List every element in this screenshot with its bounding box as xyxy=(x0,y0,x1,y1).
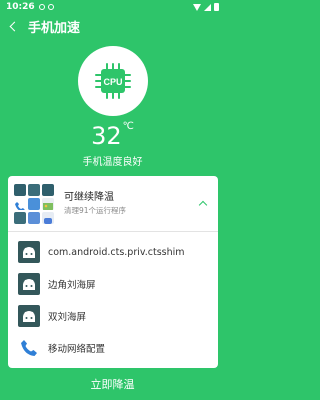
notification-icons xyxy=(38,4,54,10)
android-icon xyxy=(18,305,40,327)
temperature-status: 手机温度良好 xyxy=(82,157,143,168)
app-bar: 手机加速 xyxy=(0,14,225,38)
thumb-icon xyxy=(28,211,40,224)
app-thumbnails-icon xyxy=(14,183,54,224)
collapse-button[interactable] xyxy=(194,195,212,213)
app-name: 双刘海屏 xyxy=(48,312,87,323)
cpu-label: CPU xyxy=(103,77,122,87)
chevron-up-icon xyxy=(198,200,208,210)
cpu-badge: CPU xyxy=(78,46,148,116)
battery-icon xyxy=(214,3,219,11)
phone-icon xyxy=(18,337,40,359)
android-icon xyxy=(18,241,40,263)
thumb-icon xyxy=(28,183,40,196)
running-app-list: com.android.cts.priv.ctsshim 边角刘海屏 双刘海屏 … xyxy=(8,232,218,364)
system-icons xyxy=(193,3,219,11)
list-item[interactable]: 双刘海屏 xyxy=(8,300,218,332)
temperature-readout: 32℃ xyxy=(0,120,225,152)
app-name: com.android.cts.priv.ctsshim xyxy=(48,246,185,258)
cpu-chip-icon: CPU xyxy=(95,63,131,99)
page-title: 手机加速 xyxy=(28,20,81,36)
thumb-icon xyxy=(14,211,26,224)
signal-icon xyxy=(204,3,211,11)
app-thumb-icon xyxy=(42,211,54,224)
notification-dot-icon xyxy=(47,4,54,10)
card-title: 可继续降温 xyxy=(64,191,114,203)
list-item[interactable]: com.android.cts.priv.ctsshim xyxy=(8,236,218,268)
status-time: 10:26 xyxy=(6,2,35,12)
card-subtitle: 清理91个运行程序 xyxy=(64,205,127,215)
thumb-icon xyxy=(14,183,26,196)
list-item[interactable]: 边角刘海屏 xyxy=(8,268,218,300)
phone-thumb-icon xyxy=(14,197,26,210)
android-icon xyxy=(18,273,40,295)
temperature-value: 32 xyxy=(91,122,122,150)
sync-icon xyxy=(38,4,45,10)
running-apps-card: 可继续降温 清理91个运行程序 com.android.cts.priv.cts… xyxy=(8,176,218,368)
back-arrow-icon xyxy=(9,21,20,31)
wifi-icon xyxy=(193,3,201,11)
thumb-icon xyxy=(42,183,54,196)
temperature-unit: ℃ xyxy=(122,121,134,132)
app-name: 边角刘海屏 xyxy=(48,280,96,291)
back-button[interactable] xyxy=(1,14,25,38)
card-header[interactable]: 可继续降温 清理91个运行程序 xyxy=(8,176,218,232)
app-name: 移动网络配置 xyxy=(48,344,106,355)
cool-down-button[interactable]: 立即降温 xyxy=(0,370,225,400)
card-header-text: 可继续降温 清理91个运行程序 xyxy=(64,191,194,217)
status-bar: 10:26 xyxy=(0,0,225,14)
list-item[interactable]: 移动网络配置 xyxy=(8,332,218,364)
thumb-icon xyxy=(28,197,40,210)
gallery-thumb-icon xyxy=(42,197,54,210)
